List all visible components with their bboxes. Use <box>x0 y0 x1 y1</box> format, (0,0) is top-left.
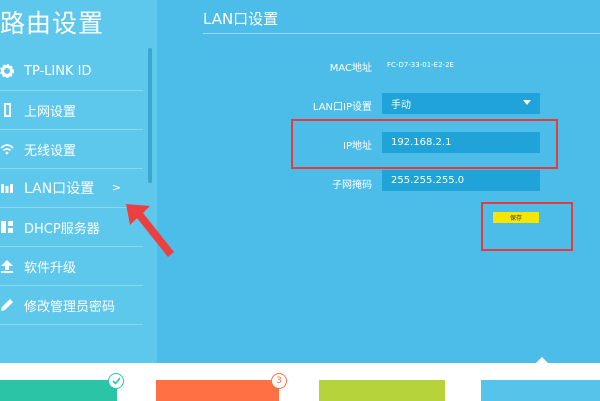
lan-ip-mode-label: LAN口IP设置 <box>312 102 372 113</box>
subnet-mask-label: 子网掩码 <box>332 180 372 191</box>
lan-ip-mode-select[interactable]: 手动 <box>382 93 540 114</box>
sidebar-title: 路由设置 <box>0 9 105 38</box>
sidebar-item-label: 上网设置 <box>24 104 77 120</box>
mac-value: FC-D7-33-01-E2-2E <box>387 61 454 69</box>
ip-address-label: IP地址 <box>343 141 372 152</box>
check-icon <box>108 373 124 389</box>
pencil-icon <box>0 296 16 314</box>
ip-address-value: 192.168.2.1 <box>391 137 452 148</box>
gear-icon <box>0 62 16 80</box>
bottom-card-lime[interactable] <box>319 380 445 401</box>
mac-label: MAC地址 <box>329 63 372 74</box>
sidebar-item-label: TP-LINK ID <box>24 63 92 79</box>
sidebar-item-internet[interactable]: 上网设置 <box>0 91 143 130</box>
sidebar-item-admin-password[interactable]: 修改管理员密码 <box>0 286 143 325</box>
sidebar-item-label: DHCP服务器 <box>24 221 100 237</box>
sidebar-item-wireless[interactable]: 无线设置 <box>0 130 143 169</box>
sidebar-menu: TP-LINK ID 上网设置 无线设置 LAN口设置 > DHCP服务器 软件… <box>0 52 143 325</box>
sidebar-item-label: LAN口设置 <box>24 181 95 197</box>
highlight-box-save <box>481 202 573 251</box>
sidebar-item-label: 软件升级 <box>24 260 77 276</box>
lan-ip-mode-value: 手动 <box>391 100 411 111</box>
subnet-mask-input[interactable]: 255.255.255.0 <box>382 170 540 191</box>
sidebar-item-tplink-id[interactable]: TP-LINK ID <box>0 52 143 91</box>
chevron-right-icon: > <box>111 181 121 194</box>
chevron-down-icon <box>523 100 531 105</box>
subnet-mask-value: 255.255.255.0 <box>391 175 465 186</box>
page-title: LAN口设置 <box>203 10 279 28</box>
sidebar-item-label: 无线设置 <box>24 143 77 159</box>
dhcp-icon <box>0 218 16 236</box>
annotation-arrow <box>126 204 174 257</box>
count-badge: 3 <box>271 373 287 389</box>
lan-icon <box>0 179 16 197</box>
save-button[interactable]: 保存 <box>493 212 539 223</box>
ip-address-input[interactable]: 192.168.2.1 <box>382 132 540 153</box>
wifi-icon <box>0 140 16 158</box>
sidebar-item-label: 修改管理员密码 <box>24 299 116 315</box>
internet-icon <box>0 101 16 119</box>
bottom-card-teal[interactable] <box>0 380 117 401</box>
upgrade-icon <box>0 257 16 275</box>
bottom-card-orange[interactable] <box>156 380 279 401</box>
bottom-card-blue[interactable] <box>481 380 600 401</box>
title-divider <box>203 33 600 34</box>
sidebar-scrollbar[interactable] <box>148 48 152 183</box>
bottom-panel: 3 <box>0 363 600 401</box>
sidebar: 路由设置 TP-LINK ID 上网设置 无线设置 LAN口设置 > DHCP服… <box>0 0 157 363</box>
